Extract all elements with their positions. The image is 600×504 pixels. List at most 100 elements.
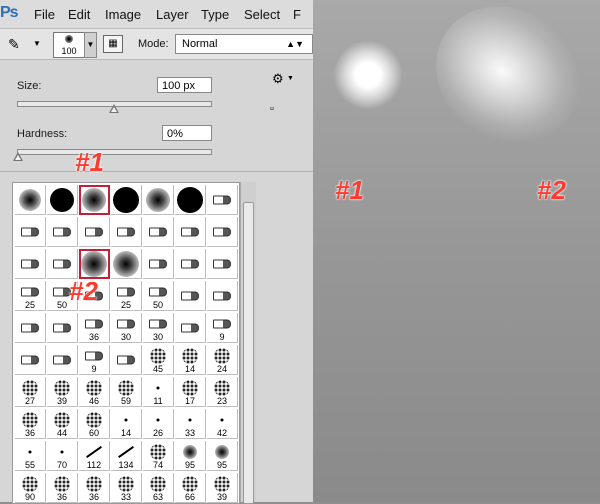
brush-preset-cell[interactable]: 50 (143, 281, 174, 311)
brush-preset-cell[interactable] (143, 249, 174, 279)
brush-tool-icon[interactable]: ✎ (8, 36, 20, 53)
gear-icon[interactable]: ⚙ (272, 71, 284, 87)
brush-preset-cell[interactable]: 134 (111, 441, 142, 471)
brush-preset-cell[interactable] (15, 313, 46, 343)
brush-tip-icon (183, 445, 197, 460)
mode-select[interactable]: Normal ▲▼ (175, 34, 313, 54)
brush-preset-cell[interactable]: 112 (79, 441, 110, 471)
brush-preset-cell[interactable] (15, 185, 46, 215)
brush-preset-cell[interactable]: 95 (207, 441, 238, 471)
brush-preset-cell[interactable]: 33 (111, 473, 142, 503)
brush-preset-cell[interactable]: 27 (15, 377, 46, 407)
brush-preset-cell[interactable] (47, 249, 78, 279)
brush-preset-cell[interactable] (47, 345, 78, 375)
scrollbar-handle[interactable] (243, 202, 254, 504)
brush-preset-cell[interactable]: 45 (143, 345, 174, 375)
brush-preset-cell[interactable]: 59 (111, 377, 142, 407)
brush-preset-cell[interactable]: 39 (207, 473, 238, 503)
brush-preset-cell[interactable]: 33 (175, 409, 206, 439)
new-preset-icon[interactable]: ▫ (270, 103, 274, 115)
brush-tip-icon (118, 476, 134, 493)
brush-preset-cell[interactable]: 36 (47, 473, 78, 503)
brush-tip-icon (215, 445, 229, 460)
brush-preset-cell[interactable]: 11 (143, 377, 174, 407)
brush-preset-cell[interactable] (175, 249, 206, 279)
chevron-down-icon[interactable]: ▼ (287, 75, 294, 82)
brush-preset-cell[interactable]: 24 (207, 345, 238, 375)
brush-preset-cell[interactable] (79, 185, 110, 215)
brush-preset-cell[interactable] (175, 281, 206, 311)
brush-preset-cell[interactable]: 70 (47, 441, 78, 471)
brush-preset-cell[interactable] (175, 313, 206, 343)
hardness-slider-thumb[interactable] (13, 152, 23, 161)
brush-preset-cell[interactable]: 44 (47, 409, 78, 439)
brush-preset-cell[interactable]: 46 (79, 377, 110, 407)
brush-preset-cell[interactable]: 17 (175, 377, 206, 407)
brush-preset-cell[interactable]: 90 (15, 473, 46, 503)
brush-size-label: 26 (152, 428, 163, 438)
brush-preset-cell[interactable]: 60 (79, 409, 110, 439)
menu-select[interactable]: Select (244, 7, 280, 22)
brush-preset-cell[interactable] (47, 185, 78, 215)
brush-preset-cell[interactable] (15, 249, 46, 279)
hardness-field[interactable]: 0% (162, 125, 212, 141)
brush-preset-cell[interactable]: 30 (111, 313, 142, 343)
menu-file[interactable]: File (34, 7, 55, 22)
brush-preset-cell[interactable]: 14 (175, 345, 206, 375)
app-logo: Ps (0, 4, 19, 21)
brush-tip-icon (117, 227, 135, 236)
brush-preset-cell[interactable]: 14 (111, 409, 142, 439)
brush-preset-cell[interactable] (207, 185, 238, 215)
document-canvas[interactable]: #1 #2 (313, 0, 600, 502)
preset-dropdown-icon[interactable]: ▼ (84, 32, 97, 58)
brush-preset-cell[interactable] (143, 217, 174, 247)
brush-preset-cell[interactable]: 42 (207, 409, 238, 439)
brush-preset-cell[interactable]: 25 (111, 281, 142, 311)
size-field[interactable]: 100 px (157, 77, 212, 93)
brush-preset-cell[interactable] (79, 249, 110, 279)
brush-preset-cell[interactable] (175, 185, 206, 215)
brush-preset-cell[interactable]: 74 (143, 441, 174, 471)
menu-type[interactable]: Type (201, 7, 229, 22)
brush-preset-cell[interactable] (47, 217, 78, 247)
brush-preset-cell[interactable] (207, 217, 238, 247)
brush-preset-cell[interactable]: 36 (15, 409, 46, 439)
brush-preset-cell[interactable]: 23 (207, 377, 238, 407)
brush-preset-cell[interactable] (111, 345, 142, 375)
brush-preset-cell[interactable]: 63 (143, 473, 174, 503)
brush-preset-cell[interactable] (111, 185, 142, 215)
brush-preset-cell[interactable]: 26 (143, 409, 174, 439)
brush-preset-cell[interactable]: 9 (207, 313, 238, 343)
brush-preset-picker[interactable]: 100 (53, 32, 85, 58)
brush-preset-cell[interactable] (207, 281, 238, 311)
size-slider-thumb[interactable] (108, 104, 119, 113)
brush-preset-cell[interactable]: 30 (143, 313, 174, 343)
brush-preset-cell[interactable]: 39 (47, 377, 78, 407)
brush-preset-cell[interactable]: 66 (175, 473, 206, 503)
brush-preset-cell[interactable] (47, 313, 78, 343)
brush-preset-cell[interactable] (143, 185, 174, 215)
brush-preset-cell[interactable]: 95 (175, 441, 206, 471)
menu-edit[interactable]: Edit (68, 7, 90, 22)
chevron-down-icon[interactable]: ▼ (33, 39, 41, 48)
brush-preset-cell[interactable] (111, 217, 142, 247)
brush-grid-scrollbar[interactable] (240, 182, 256, 504)
brush-preset-cell[interactable]: 25 (15, 281, 46, 311)
brush-preset-cell[interactable]: 36 (79, 473, 110, 503)
brush-panel-toggle-icon[interactable]: ▦ (103, 35, 123, 53)
brush-preset-cell[interactable] (15, 217, 46, 247)
brush-tip-icon (53, 227, 71, 236)
hardness-slider[interactable] (17, 149, 212, 155)
menu-filter[interactable]: F (293, 7, 301, 22)
menu-image[interactable]: Image (105, 7, 141, 22)
brush-preset-cell[interactable] (175, 217, 206, 247)
menu-layer[interactable]: Layer (156, 7, 189, 22)
brush-preset-cell[interactable] (207, 249, 238, 279)
brush-preset-cell[interactable]: 55 (15, 441, 46, 471)
brush-preset-cell[interactable] (79, 217, 110, 247)
brush-size-label: 33 (184, 428, 195, 438)
brush-preset-cell[interactable]: 9 (79, 345, 110, 375)
brush-preset-cell[interactable]: 36 (79, 313, 110, 343)
brush-preset-cell[interactable] (111, 249, 142, 279)
brush-preset-cell[interactable] (15, 345, 46, 375)
